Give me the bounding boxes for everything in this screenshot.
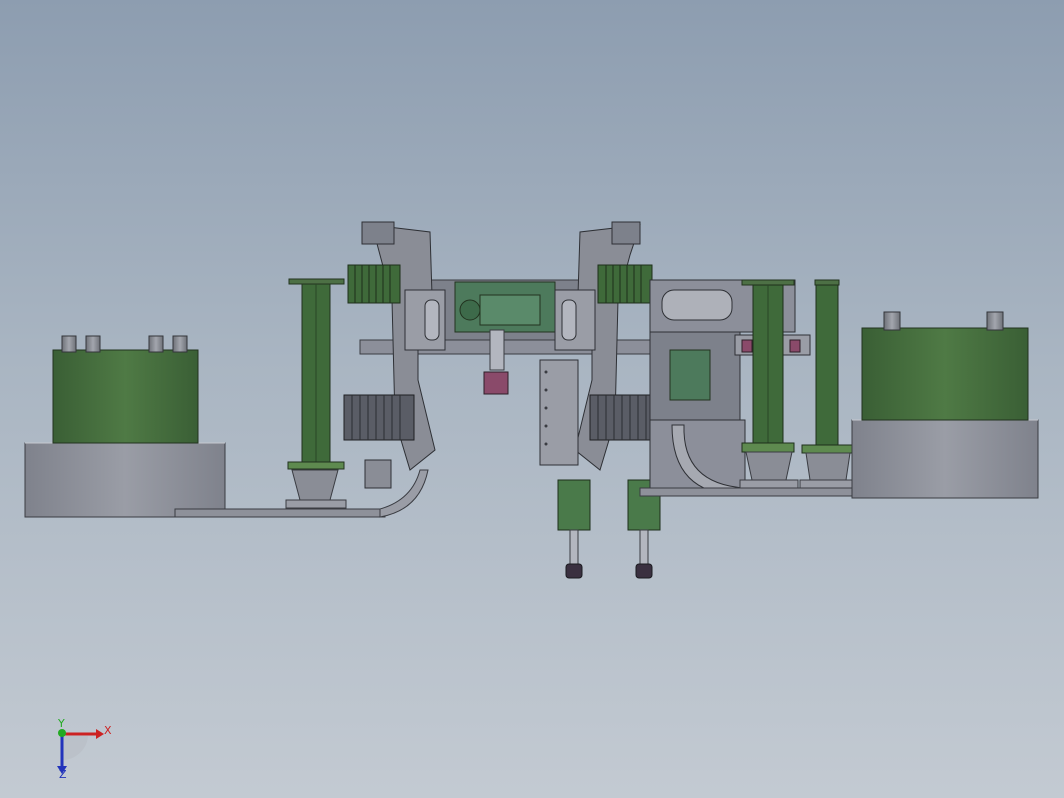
cad-viewport[interactable]: X Y Z — [0, 0, 1064, 798]
x-axis-label: X — [104, 724, 112, 737]
left-tank-body — [52, 349, 199, 444]
left-tank-station[interactable] — [24, 335, 226, 518]
left-upper-cylinder — [347, 264, 401, 304]
z-axis-label: Z — [59, 768, 67, 781]
left-lower-cylinder — [343, 394, 415, 441]
left-support-post — [285, 278, 347, 509]
right-tank-base — [851, 419, 1039, 499]
left-tank-cap-3 — [148, 335, 164, 353]
right-support-posts — [739, 279, 856, 489]
center-mount-plate — [539, 359, 579, 466]
left-tank-base — [24, 442, 226, 518]
right-lower-cylinder — [589, 394, 659, 441]
right-tank-station[interactable] — [851, 311, 1039, 499]
y-axis-label: Y — [57, 717, 65, 730]
right-tank-cap-1 — [883, 311, 901, 331]
y-axis-origin — [58, 729, 66, 737]
left-tank-cap-1 — [61, 335, 77, 353]
right-rail-plate — [639, 487, 881, 497]
left-tank-cap-4 — [172, 335, 188, 353]
right-tank-body — [861, 327, 1029, 421]
assembly-drawing: X Y Z — [24, 221, 1039, 781]
left-tank-cap-2 — [85, 335, 101, 353]
left-clamp-arm[interactable] — [343, 221, 446, 489]
right-tank-cap-2 — [986, 311, 1004, 331]
coordinate-triad: X Y Z — [57, 717, 112, 781]
